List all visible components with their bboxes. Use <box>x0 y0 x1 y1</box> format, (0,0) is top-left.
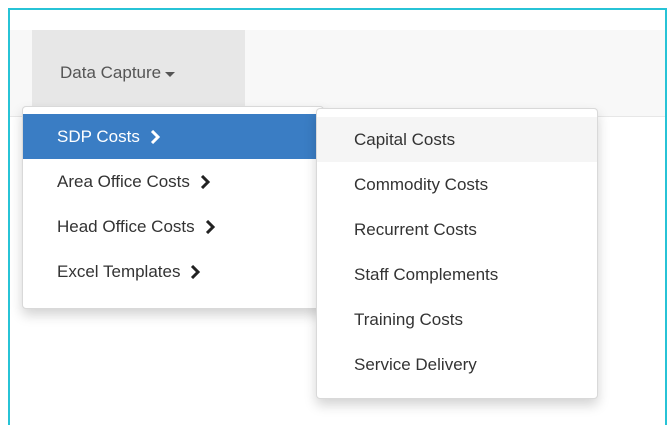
submenu-item-label: Staff Complements <box>354 264 499 284</box>
submenu-item-label: Commodity Costs <box>354 174 489 194</box>
data-capture-label: Data Capture <box>60 63 162 82</box>
menu-item-label: SDP Costs <box>57 126 140 146</box>
menu-item-label: Head Office Costs <box>57 216 195 236</box>
submenu-item-label: Recurrent Costs <box>354 219 477 239</box>
submenu-item-capital-costs[interactable]: Capital Costs <box>317 117 597 162</box>
chevron-right-icon <box>203 219 217 234</box>
submenu-item-label: Capital Costs <box>354 129 456 149</box>
caret-down-icon <box>165 71 176 77</box>
chevron-right-icon <box>198 174 212 189</box>
menu-item-area-office-costs[interactable]: Area Office Costs <box>23 159 323 204</box>
menu-item-label: Excel Templates <box>57 261 181 281</box>
chevron-right-icon <box>188 264 202 279</box>
submenu-item-training-costs[interactable]: Training Costs <box>317 297 597 342</box>
submenu-item-commodity-costs[interactable]: Commodity Costs <box>317 162 597 207</box>
submenu-item-service-delivery[interactable]: Service Delivery <box>317 342 597 387</box>
sdp-costs-submenu: Capital Costs Commodity Costs Recurrent … <box>316 108 598 399</box>
chevron-right-icon <box>148 129 162 144</box>
data-capture-dropdown: SDP Costs Area Office Costs Head Office … <box>22 106 324 309</box>
submenu-item-label: Training Costs <box>354 309 463 329</box>
data-capture-menu-toggle[interactable]: Data Capture <box>32 30 245 116</box>
submenu-item-label: Service Delivery <box>354 354 477 374</box>
menu-item-sdp-costs[interactable]: SDP Costs <box>23 114 323 159</box>
navbar: Data Capture <box>10 30 665 117</box>
menu-item-head-office-costs[interactable]: Head Office Costs <box>23 204 323 249</box>
submenu-item-recurrent-costs[interactable]: Recurrent Costs <box>317 207 597 252</box>
menu-item-label: Area Office Costs <box>57 171 190 191</box>
submenu-item-staff-complements[interactable]: Staff Complements <box>317 252 597 297</box>
menu-item-excel-templates[interactable]: Excel Templates <box>23 249 323 294</box>
